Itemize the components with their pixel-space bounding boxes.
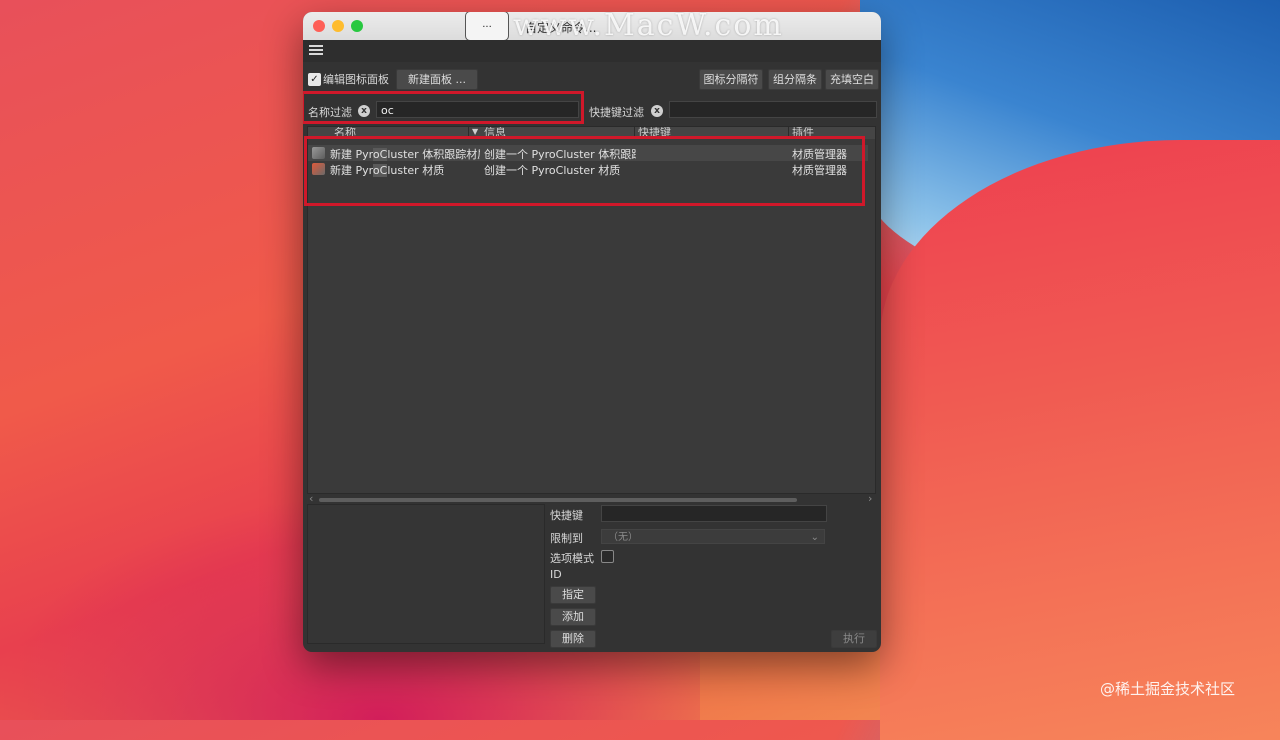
shortcut-filter-input[interactable] <box>669 101 877 118</box>
edit-panel-label: 编辑图标面板 <box>323 73 389 86</box>
shortcut-input[interactable] <box>601 505 827 522</box>
assign-button[interactable]: 指定 <box>550 586 596 604</box>
delete-button[interactable]: 删除 <box>550 630 596 648</box>
zoom-window-button[interactable] <box>351 20 363 32</box>
results-highlight-box <box>304 136 865 206</box>
group-separator-button[interactable]: 组分隔条 <box>768 69 822 90</box>
icon-preview-area <box>307 504 545 644</box>
chevron-down-icon: ⌄ <box>810 532 819 543</box>
shortcut-filter-label: 快捷键过滤 <box>589 106 644 119</box>
fill-space-button[interactable]: 充填空白 <box>825 69 879 90</box>
new-panel-button[interactable]: 新建面板 ... <box>396 69 478 90</box>
site-watermark: www.MacW.com <box>513 12 784 43</box>
restrict-to-label: 限制到 <box>550 532 583 545</box>
execute-button[interactable]: 执行 <box>831 630 877 648</box>
option-mode-checkbox[interactable] <box>601 550 614 563</box>
title-bar[interactable]: ... 自定义命令... www.MacW.com <box>303 12 881 43</box>
id-label: ID <box>550 568 562 581</box>
wallpaper-wave-region <box>880 140 1280 740</box>
shortcut-label: 快捷键 <box>550 509 583 522</box>
icon-separator-button[interactable]: 图标分隔符 <box>699 69 763 90</box>
scroll-right-arrow-icon[interactable]: › <box>868 492 872 505</box>
scrollbar-thumb[interactable] <box>319 498 797 502</box>
close-window-button[interactable] <box>313 20 325 32</box>
corner-watermark: @稀土掘金技术社区 <box>1100 680 1236 698</box>
clear-shortcut-filter-icon[interactable]: x <box>651 105 663 117</box>
minimize-window-button[interactable] <box>332 20 344 32</box>
custom-command-window: ... 自定义命令... www.MacW.com ✓ 编辑图标面板 新建面板 … <box>303 12 881 652</box>
option-mode-label: 选项模式 <box>550 552 594 565</box>
menu-row <box>303 40 881 62</box>
window-title-icon: ... <box>465 12 509 41</box>
sort-arrow-icon[interactable]: ▼ <box>472 127 478 136</box>
add-button[interactable]: 添加 <box>550 608 596 626</box>
restrict-to-dropdown[interactable]: （无） ⌄ <box>601 529 825 544</box>
edit-panel-checkbox[interactable]: ✓ <box>308 73 321 86</box>
name-filter-highlight-box <box>303 91 584 124</box>
hamburger-menu-icon[interactable] <box>309 45 323 55</box>
